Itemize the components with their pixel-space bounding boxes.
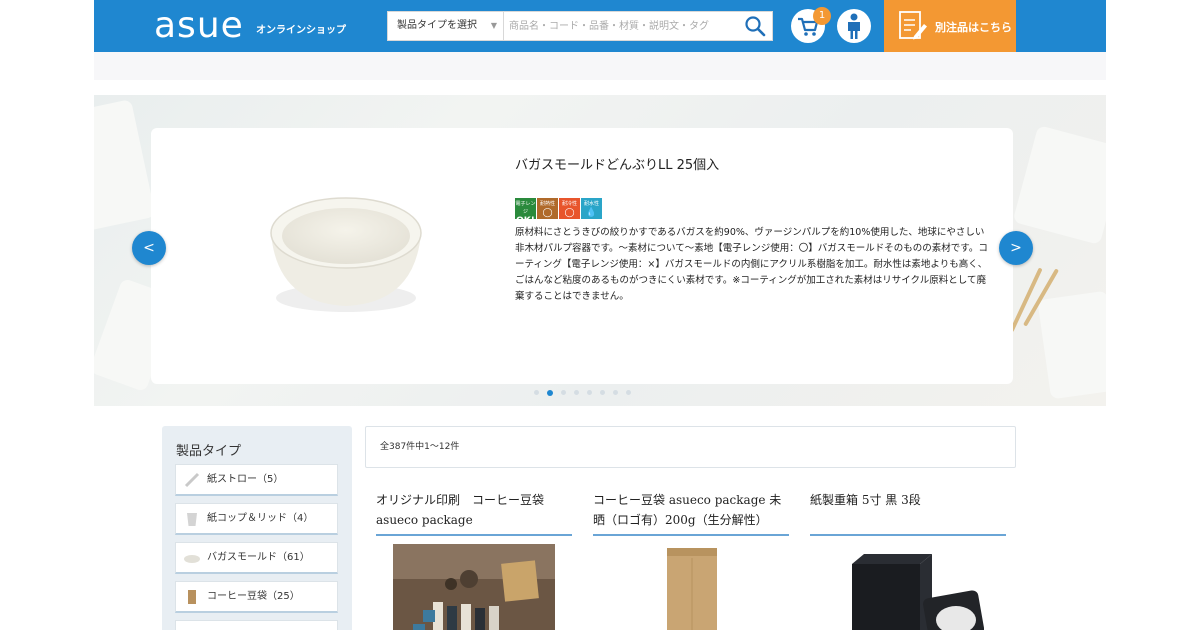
slider-dot[interactable] [574,390,579,395]
background-tray [94,99,156,231]
search-input[interactable] [505,12,737,40]
account-button[interactable] [837,9,871,43]
sidebar-item-label: 紙ストロー（5） [207,474,284,485]
results-summary: 全387件中1〜12件 [365,426,1016,468]
slide-product-description: 原材料にさとうきびの絞りかすであるバガスを約90%、ヴァージンパルプを約10%使… [515,227,988,302]
feature-badges: 電子レンジ OK! 耐熱性 ◯ 耐冷性 ◯ 耐水性 💧 [515,198,603,226]
search-bar: 製品タイプを選択 ▼ [387,11,773,41]
background-tray [1012,125,1106,245]
catalog-section: 製品タイプ 紙ストロー（5） 紙コップ＆リッド（4） バガスモールド（61） コ… [94,406,1106,630]
slider-dot[interactable] [534,390,539,395]
heat-resistant-badge: 耐熱性 ◯ [537,198,558,219]
search-button[interactable] [744,15,768,37]
product-type-select-label: 製品タイプを選択 [397,20,477,31]
chevron-down-icon: ▼ [490,21,497,30]
cart-count-badge: 1 [813,7,831,25]
product-title[interactable]: オリジナル印刷 コーヒー豆袋 asueco package [376,490,572,536]
slider-dot[interactable] [626,390,631,395]
cold-resistant-badge: 耐冷性 ◯ [559,198,580,219]
sidebar-item-more[interactable] [175,620,338,630]
bagasse-bowl-image [270,197,422,312]
slide-product-title[interactable]: バガスモールドどんぶりLL 25個入 [515,154,719,173]
slider-dot[interactable] [600,390,605,395]
straw-thumbnail [184,472,200,488]
slider-prev-button[interactable]: < [132,231,166,265]
logo-subtitle: オンラインショップ [256,25,346,36]
sidebar-item-paper-cup[interactable]: 紙コップ＆リッド（4） [175,503,338,535]
user-icon [848,13,860,39]
slider-dot-active[interactable] [547,390,553,396]
product-type-sidebar: 製品タイプ 紙ストロー（5） 紙コップ＆リッド（4） バガスモールド（61） コ… [162,426,352,630]
coffee-bag-set-image [393,544,555,630]
slider-dot[interactable] [561,390,566,395]
sidebar-item-label: コーヒー豆袋（25） [207,591,300,602]
sidebar-item-paper-straw[interactable]: 紙ストロー（5） [175,464,338,496]
background-tray [1037,290,1106,400]
sidebar-item-label: バガスモールド（61） [207,552,310,563]
slider-next-button[interactable]: > [999,231,1033,265]
sidebar-item-coffee-bag[interactable]: コーヒー豆袋（25） [175,581,338,613]
coffee-bag-thumbnail [188,590,196,604]
bagasse-thumbnail [184,555,200,563]
product-type-select[interactable]: 製品タイプを選択 ▼ [388,12,504,40]
site-header: asue オンラインショップ 製品タイプを選択 ▼ 1 [94,0,1106,52]
sidebar-title: 製品タイプ [176,444,242,459]
custom-order-button[interactable]: 別注品はこちら [884,0,1016,52]
search-icon [745,16,766,37]
water-resistant-badge: 耐水性 💧 [581,198,602,219]
product-title[interactable]: コーヒー豆袋 asueco package 未晒（ロゴ有）200g（生分解性） [593,490,789,536]
sidebar-item-bagasse-mold[interactable]: バガスモールド（61） [175,542,338,574]
product-title[interactable]: 紙製重箱 5寸 黒 3段 [810,490,1006,536]
product-card[interactable]: オリジナル印刷 コーヒー豆袋 asueco package [376,490,572,630]
order-form-icon [899,11,927,40]
product-slider: バガスモールドどんぶりLL 25個入 電子レンジ OK! 耐熱性 ◯ 耐冷性 ◯ 耐水性 💧 … [94,95,1106,406]
custom-order-label: 別注品はこちら [935,21,1012,34]
black-jubako-image [852,554,984,630]
sub-bar [94,52,1106,80]
slide-card[interactable]: バガスモールドどんぶりLL 25個入 電子レンジ OK! 耐熱性 ◯ 耐冷性 ◯ 耐水性 💧 … [151,128,1013,384]
slider-dot[interactable] [587,390,592,395]
sidebar-item-label: 紙コップ＆リッド（4） [207,513,314,524]
slider-dots [534,390,639,396]
page: asue オンラインショップ 製品タイプを選択 ▼ 1 [94,0,1106,630]
site-logo[interactable]: asue [154,4,244,48]
microwave-ok-badge: 電子レンジ OK! [515,198,536,226]
product-card[interactable]: 紙製重箱 5寸 黒 3段 [810,490,1006,630]
slider-dot[interactable] [613,390,618,395]
cup-thumbnail [187,513,197,526]
kraft-coffee-bag-image [667,548,717,630]
product-card[interactable]: コーヒー豆袋 asueco package 未晒（ロゴ有）200g（生分解性） [593,490,789,630]
